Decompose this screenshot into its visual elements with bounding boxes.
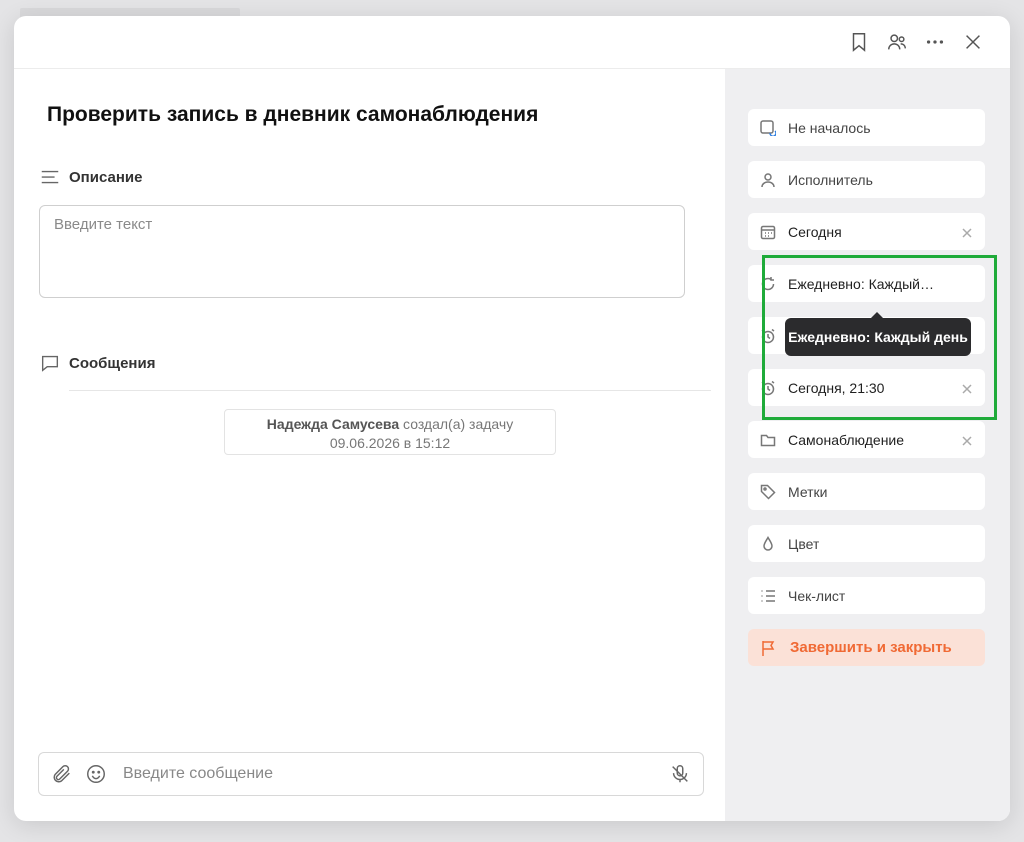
task-main: Проверить запись в дневник самонаблюдени… bbox=[14, 69, 725, 821]
checklist-icon bbox=[761, 589, 775, 602]
bookmark-icon bbox=[852, 33, 866, 52]
users-icon bbox=[888, 34, 906, 50]
clear-due-date-button[interactable] bbox=[961, 226, 973, 238]
tags-label: Метки bbox=[788, 483, 828, 500]
alarm-icon bbox=[761, 328, 775, 343]
finish-label: Завершить и закрыть bbox=[790, 639, 952, 656]
voice-button[interactable] bbox=[669, 763, 691, 785]
messages-label: Сообщения bbox=[69, 354, 156, 372]
finish-and-close-button[interactable]: Завершить и закрыть bbox=[748, 629, 985, 666]
participants-button[interactable] bbox=[884, 29, 910, 55]
modal-header bbox=[14, 16, 1010, 69]
text-lines-icon bbox=[41, 170, 59, 184]
task-modal: Проверить запись в дневник самонаблюдени… bbox=[14, 16, 1010, 821]
reminder-button[interactable]: Сегодня, 21:30 bbox=[748, 369, 985, 406]
close-button[interactable] bbox=[960, 29, 986, 55]
alarm-icon bbox=[761, 380, 775, 395]
due-date-label: Сегодня bbox=[788, 223, 842, 240]
messages-divider bbox=[69, 390, 711, 391]
checklist-button[interactable]: Чек-лист bbox=[748, 577, 985, 614]
status-button[interactable]: Не началось bbox=[748, 109, 985, 146]
checklist-label: Чек-лист bbox=[788, 587, 846, 604]
tags-button[interactable]: Метки bbox=[748, 473, 985, 510]
more-icon bbox=[926, 40, 944, 44]
mic-off-icon bbox=[672, 765, 688, 783]
status-label: Не началось bbox=[788, 119, 871, 136]
event-author[interactable]: Надежда Самусева bbox=[267, 416, 399, 432]
close-icon bbox=[966, 35, 980, 49]
event-action: создал(а) задачу bbox=[403, 416, 514, 432]
status-icon bbox=[760, 119, 776, 136]
close-icon bbox=[962, 227, 972, 238]
messages-section-label: Сообщения bbox=[39, 352, 155, 374]
assignee-label: Исполнитель bbox=[788, 171, 873, 188]
task-title[interactable]: Проверить запись в дневник самонаблюдени… bbox=[47, 103, 538, 127]
message-composer[interactable]: Введите сообщение bbox=[38, 752, 704, 796]
repeat-icon bbox=[761, 276, 775, 290]
tag-icon bbox=[760, 484, 776, 500]
description-input[interactable]: Введите текст bbox=[39, 205, 685, 298]
repeat-tooltip-text: Ежедневно: Каждый день bbox=[788, 329, 968, 345]
close-icon bbox=[962, 383, 972, 394]
more-button[interactable] bbox=[922, 29, 948, 55]
smile-icon bbox=[87, 765, 105, 783]
close-icon bbox=[962, 435, 972, 446]
assignee-button[interactable]: Исполнитель bbox=[748, 161, 985, 198]
bookmark-button[interactable] bbox=[846, 29, 872, 55]
clear-reminder-button[interactable] bbox=[961, 382, 973, 394]
description-section-label: Описание bbox=[39, 166, 142, 188]
folder-button[interactable]: Самонаблюдение bbox=[748, 421, 985, 458]
attach-button[interactable] bbox=[51, 763, 73, 785]
color-button[interactable]: Цвет bbox=[748, 525, 985, 562]
folder-icon bbox=[760, 434, 776, 446]
task-created-event: Надежда Самусева создал(а) задачу 09.06.… bbox=[224, 409, 556, 455]
description-placeholder: Введите текст bbox=[54, 216, 153, 233]
user-icon bbox=[761, 172, 775, 187]
color-label: Цвет bbox=[788, 535, 820, 552]
paperclip-icon bbox=[53, 765, 70, 783]
folder-label: Самонаблюдение bbox=[788, 431, 905, 448]
repeat-label: Ежедневно: Каждый… bbox=[788, 275, 934, 292]
event-time: 09.06.2026 в 15:12 bbox=[329, 435, 451, 451]
reminder-label: Сегодня, 21:30 bbox=[788, 379, 885, 396]
description-label: Описание bbox=[69, 168, 143, 186]
message-input[interactable]: Введите сообщение bbox=[123, 765, 669, 783]
header-actions bbox=[846, 29, 986, 55]
flag-icon bbox=[762, 640, 775, 656]
calendar-icon bbox=[760, 225, 776, 239]
repeat-tooltip: Ежедневно: Каждый день bbox=[785, 312, 971, 356]
message-icon bbox=[41, 355, 59, 372]
repeat-button[interactable]: Ежедневно: Каждый… bbox=[748, 265, 985, 302]
due-date-button[interactable]: Сегодня bbox=[748, 213, 985, 250]
emoji-button[interactable] bbox=[85, 763, 107, 785]
drop-icon bbox=[763, 535, 773, 551]
task-sidebar: Не началось Исполнитель Сегодня Ежедневн… bbox=[725, 69, 1010, 821]
clear-folder-button[interactable] bbox=[961, 434, 973, 446]
